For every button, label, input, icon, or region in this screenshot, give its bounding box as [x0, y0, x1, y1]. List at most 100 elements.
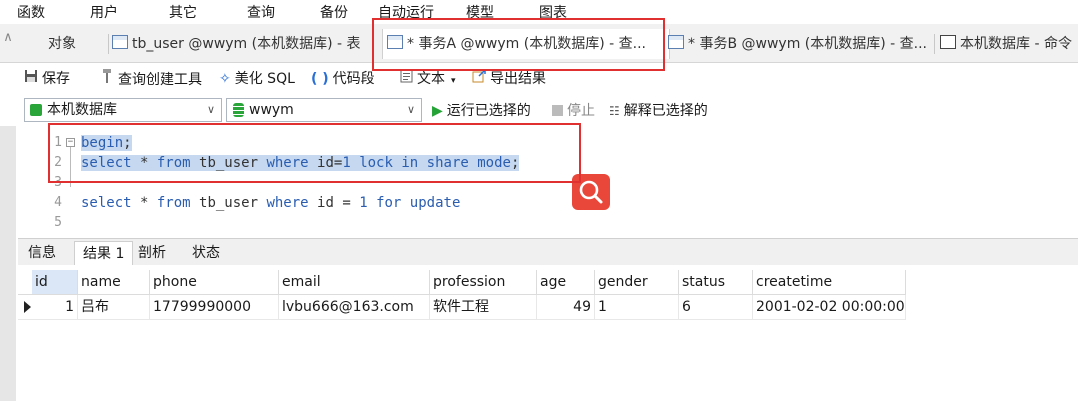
- run-selected-label: 运行已选择的: [446, 103, 531, 119]
- menu-users[interactable]: 用户: [90, 2, 118, 22]
- stop-button[interactable]: 停止: [552, 100, 595, 122]
- search-button[interactable]: [572, 174, 610, 210]
- column-header-createtime[interactable]: createtime: [753, 270, 906, 294]
- tab-info[interactable]: 信息: [20, 241, 64, 265]
- export-icon: [472, 68, 486, 90]
- menu-chart[interactable]: 图表: [539, 2, 567, 22]
- menu-other[interactable]: 其它: [169, 2, 197, 22]
- export-results-button[interactable]: 导出结果: [472, 68, 546, 90]
- query-icon: [387, 35, 403, 49]
- cell-id[interactable]: 1: [32, 295, 78, 319]
- explain-icon: ☷: [609, 104, 620, 118]
- cell-age[interactable]: 49: [537, 295, 595, 319]
- tab-command[interactable]: 本机数据库 - 命令: [936, 29, 1078, 59]
- grid-header: id name phone email profession age gende…: [18, 270, 906, 295]
- menu-functions[interactable]: 函数: [17, 2, 45, 22]
- line-number: 1: [54, 135, 62, 150]
- play-icon: ▶: [432, 103, 443, 119]
- column-header-age[interactable]: age: [537, 270, 595, 294]
- tab-result-1[interactable]: 结果 1: [74, 241, 134, 265]
- line-number: 3: [54, 175, 62, 190]
- sql-editor[interactable]: 1 2 3 4 5 − begin; select * from tb_user…: [18, 130, 1078, 234]
- fold-guide: [70, 147, 71, 187]
- connection-bar: 本机数据库 ∨ wwym ∨ ▶ 运行已选择的 停止 ☷ 解释已选择的: [0, 96, 1078, 126]
- code-line-1: begin;: [81, 135, 132, 151]
- cell-gender[interactable]: 1: [595, 295, 679, 319]
- run-selected-button[interactable]: ▶ 运行已选择的: [432, 100, 531, 122]
- command-icon: [940, 35, 956, 49]
- tab-bar: ∧ 对象 tb_user @wwym (本机数据库) - 表 * 事务A @ww…: [0, 24, 1078, 63]
- column-header-id[interactable]: id: [32, 270, 78, 294]
- line-number: 2: [54, 155, 62, 170]
- database-combo[interactable]: 本机数据库 ∨: [24, 98, 222, 122]
- save-icon: [24, 68, 38, 90]
- tab-profile[interactable]: 剖析: [130, 241, 174, 265]
- save-button[interactable]: 保存: [24, 68, 70, 90]
- chevron-down-icon: ∨: [406, 103, 415, 116]
- snippet-label: 代码段: [332, 71, 375, 87]
- menu-automation[interactable]: 自动运行: [378, 2, 434, 22]
- column-header-status[interactable]: status: [679, 270, 753, 294]
- query-icon: [668, 35, 684, 49]
- tab-status[interactable]: 状态: [184, 241, 228, 265]
- cell-profession[interactable]: 软件工程: [430, 295, 537, 319]
- tab-objects[interactable]: 对象: [44, 29, 112, 59]
- magic-wand-icon: ✧: [219, 71, 231, 87]
- column-header-name[interactable]: name: [78, 270, 150, 294]
- editor-toolbar: 保存 查询创建工具 ✧ 美化 SQL ( ) 代码段 文本 ▾ 导出结果: [0, 63, 1078, 93]
- search-icon: [579, 180, 603, 204]
- tab-label: * 事务B @wwym (本机数据库) - 查...: [688, 36, 928, 52]
- explain-selected-label: 解释已选择的: [623, 103, 708, 119]
- tab-transaction-b[interactable]: * 事务B @wwym (本机数据库) - 查...: [664, 29, 938, 59]
- code-line-2: select * from tb_user where id=1 lock in…: [81, 155, 520, 171]
- menu-bar: 函数 用户 其它 查询 备份 自动运行 模型 图表: [0, 0, 1078, 24]
- code-line-4: select * from tb_user where id = 1 for u…: [81, 195, 461, 211]
- schema-combo[interactable]: wwym ∨: [226, 98, 422, 122]
- code-snippet-button[interactable]: ( ) 代码段: [311, 68, 375, 90]
- tab-label: 对象: [48, 36, 76, 52]
- database-combo-value: 本机数据库: [47, 102, 117, 118]
- database-icon: [30, 104, 42, 116]
- row-pointer-icon: [24, 301, 31, 313]
- line-number: 5: [54, 215, 62, 230]
- tab-label: 本机数据库 - 命令: [960, 36, 1072, 52]
- beautify-label: 美化 SQL: [234, 71, 295, 87]
- column-header-gender[interactable]: gender: [595, 270, 679, 294]
- result-tabs: 信息 结果 1 剖析 状态: [18, 238, 1078, 265]
- menu-query[interactable]: 查询: [247, 2, 275, 22]
- cell-name[interactable]: 吕布: [78, 295, 150, 319]
- line-number: 4: [54, 195, 62, 210]
- fold-toggle-icon[interactable]: −: [66, 138, 75, 147]
- stop-icon: [552, 105, 563, 116]
- explain-selected-button[interactable]: ☷ 解释已选择的: [609, 100, 708, 122]
- schema-combo-value: wwym: [249, 102, 294, 118]
- tab-tb-user[interactable]: tb_user @wwym (本机数据库) - 表: [108, 29, 382, 59]
- query-builder-label: 查询创建工具: [118, 72, 202, 88]
- cell-status[interactable]: 6: [679, 295, 753, 319]
- chevron-down-icon: ▾: [451, 76, 456, 86]
- tab-transaction-a[interactable]: * 事务A @wwym (本机数据库) - 查...: [382, 29, 670, 59]
- tab-scroll-icon[interactable]: ∧: [0, 30, 16, 50]
- query-builder-icon: [100, 68, 114, 91]
- tab-divider: [934, 34, 935, 54]
- query-builder-button[interactable]: 查询创建工具: [100, 68, 202, 90]
- chevron-down-icon: ∨: [206, 103, 215, 116]
- column-header-email[interactable]: email: [279, 270, 430, 294]
- cell-createtime[interactable]: 2001-02-02 00:00:00: [753, 295, 906, 319]
- stop-label: 停止: [567, 103, 595, 119]
- text-label: 文本: [417, 71, 445, 87]
- column-header-phone[interactable]: phone: [150, 270, 279, 294]
- column-header-profession[interactable]: profession: [430, 270, 537, 294]
- table-icon: [112, 35, 128, 49]
- text-button[interactable]: 文本 ▾: [400, 68, 456, 90]
- cell-phone[interactable]: 17799990000: [150, 295, 279, 319]
- text-icon: [400, 68, 413, 90]
- tab-label: * 事务A @wwym (本机数据库) - 查...: [407, 36, 646, 52]
- cell-email[interactable]: lvbu666@163.com: [279, 295, 430, 319]
- beautify-sql-button[interactable]: ✧ 美化 SQL: [219, 68, 295, 90]
- left-panel-strip: [0, 126, 16, 401]
- menu-backup[interactable]: 备份: [320, 2, 348, 22]
- table-row[interactable]: 1 吕布 17799990000 lvbu666@163.com 软件工程 49…: [18, 295, 906, 320]
- menu-model[interactable]: 模型: [466, 2, 494, 22]
- save-label: 保存: [42, 71, 70, 87]
